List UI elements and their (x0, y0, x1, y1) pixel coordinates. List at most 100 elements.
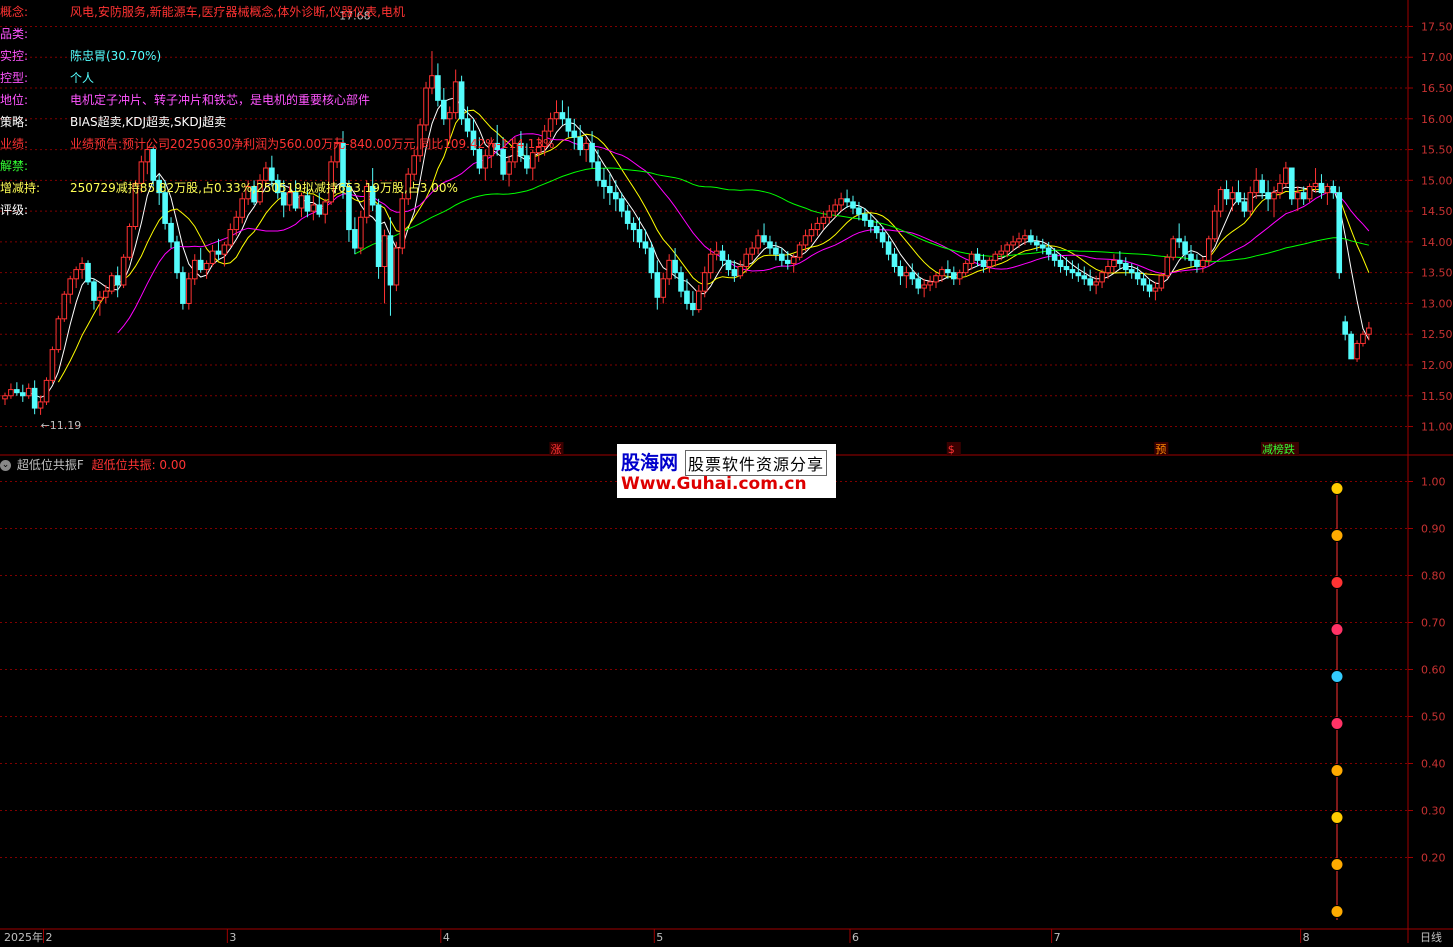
candle-body (168, 222, 174, 243)
candle-body (144, 149, 151, 163)
candle-body (1182, 241, 1188, 255)
candle-body (239, 198, 245, 218)
indicator-toggle-icon[interactable]: ⌄ (0, 460, 11, 471)
event-marker-label: $ (948, 443, 955, 456)
price-tick-label: 11.50 (1421, 390, 1453, 403)
candle-body (476, 149, 483, 169)
candle-body (2, 395, 8, 400)
candle-body (1211, 210, 1218, 240)
candle-body (1217, 189, 1224, 212)
indicator-line-value: : 0.00 (151, 458, 187, 472)
candle-body (316, 204, 323, 215)
candle-body (571, 130, 578, 138)
candle-body (441, 99, 447, 120)
candle-body (1057, 259, 1064, 268)
candle-body (399, 198, 406, 249)
month-label: 5 (656, 931, 663, 943)
candle-body (796, 244, 803, 258)
candle-body (654, 272, 661, 298)
candle-body (885, 241, 892, 255)
indicator-line-label: 超低位共振 (91, 458, 152, 472)
month-label: 7 (1054, 931, 1061, 943)
candle-body (1265, 192, 1271, 200)
indicator-tick-label: 0.90 (1421, 523, 1446, 536)
month-label: 2025年 (4, 930, 43, 943)
price-tick-label: 16.00 (1421, 113, 1453, 126)
candle-body (529, 152, 536, 169)
candle-body (761, 235, 767, 243)
candle-body (956, 272, 963, 280)
candle-body (215, 250, 222, 255)
indicator-name: 超低位共振F (16, 458, 84, 472)
candle-body (429, 75, 435, 89)
candle-body (1170, 238, 1177, 258)
period-label: 日线 (1420, 930, 1442, 943)
candle-body (1235, 192, 1242, 203)
candle-body (8, 389, 14, 397)
candle-body (684, 290, 690, 304)
signal-icon (1330, 670, 1344, 683)
candle-body (1348, 333, 1354, 360)
price-tick-label: 12.50 (1421, 328, 1453, 341)
indicator-tick-label: 0.60 (1421, 664, 1446, 677)
candle-body (790, 256, 797, 264)
candle-body (897, 266, 904, 277)
candle-body (933, 275, 939, 283)
candle-body (921, 284, 927, 289)
candle-body (381, 235, 388, 268)
candle-body (126, 226, 133, 258)
candle-body (1152, 287, 1159, 292)
candle-body (707, 253, 714, 274)
candle-body (233, 216, 240, 231)
price-tick-label: 15.00 (1421, 174, 1453, 187)
candle-body (61, 293, 68, 320)
candle-body (624, 210, 631, 224)
candle-body (589, 142, 595, 163)
indicator-tick-label: 1.00 (1421, 476, 1446, 489)
candle-body (951, 272, 957, 280)
candle-body (1128, 269, 1135, 274)
candle-body (108, 275, 115, 292)
signal-icon (1330, 764, 1344, 777)
price-tick-label: 13.50 (1421, 267, 1453, 280)
candle-body (891, 253, 898, 268)
candle-body (298, 195, 305, 209)
price-tick-label: 12.00 (1421, 359, 1453, 372)
indicator-tick-label: 0.50 (1421, 711, 1446, 724)
candle-body (1004, 244, 1010, 252)
price-tick-label: 14.50 (1421, 205, 1453, 218)
candle-body (1188, 253, 1194, 261)
signal-icon (1330, 529, 1344, 542)
candle-body (719, 250, 726, 261)
candle-body (114, 275, 121, 286)
candle-body (37, 401, 44, 409)
candle-body (559, 112, 566, 120)
candle-body (1140, 278, 1147, 286)
indicator-title[interactable]: ⌄ 超低位共振F 超低位共振: 0.00 (0, 458, 186, 472)
candle-body (1271, 192, 1277, 200)
candle-body (1158, 275, 1165, 289)
event-marker-label: 预 (1155, 443, 1166, 456)
candle-body (1312, 182, 1319, 187)
candle-body (1016, 238, 1022, 243)
candle-body (820, 216, 827, 224)
candle-body (1360, 333, 1366, 344)
candle-body (1134, 272, 1141, 280)
event-marker-label: 涨 (550, 443, 561, 456)
signal-icon (1330, 482, 1344, 495)
candle-body (352, 229, 358, 249)
candle-body (749, 247, 755, 255)
candle-body (879, 232, 886, 243)
candle-body (435, 75, 441, 101)
candle-body (850, 201, 856, 209)
candle-body (1366, 327, 1372, 335)
candle-body (387, 235, 394, 286)
signal-icon (1330, 905, 1344, 918)
candle-body (79, 262, 85, 271)
candle-body (939, 269, 945, 277)
candle-body (802, 235, 809, 246)
candle-body (1306, 185, 1313, 200)
candle-body (1028, 235, 1034, 243)
candle-body (458, 81, 465, 120)
indicator-tick-label: 0.20 (1421, 852, 1446, 865)
